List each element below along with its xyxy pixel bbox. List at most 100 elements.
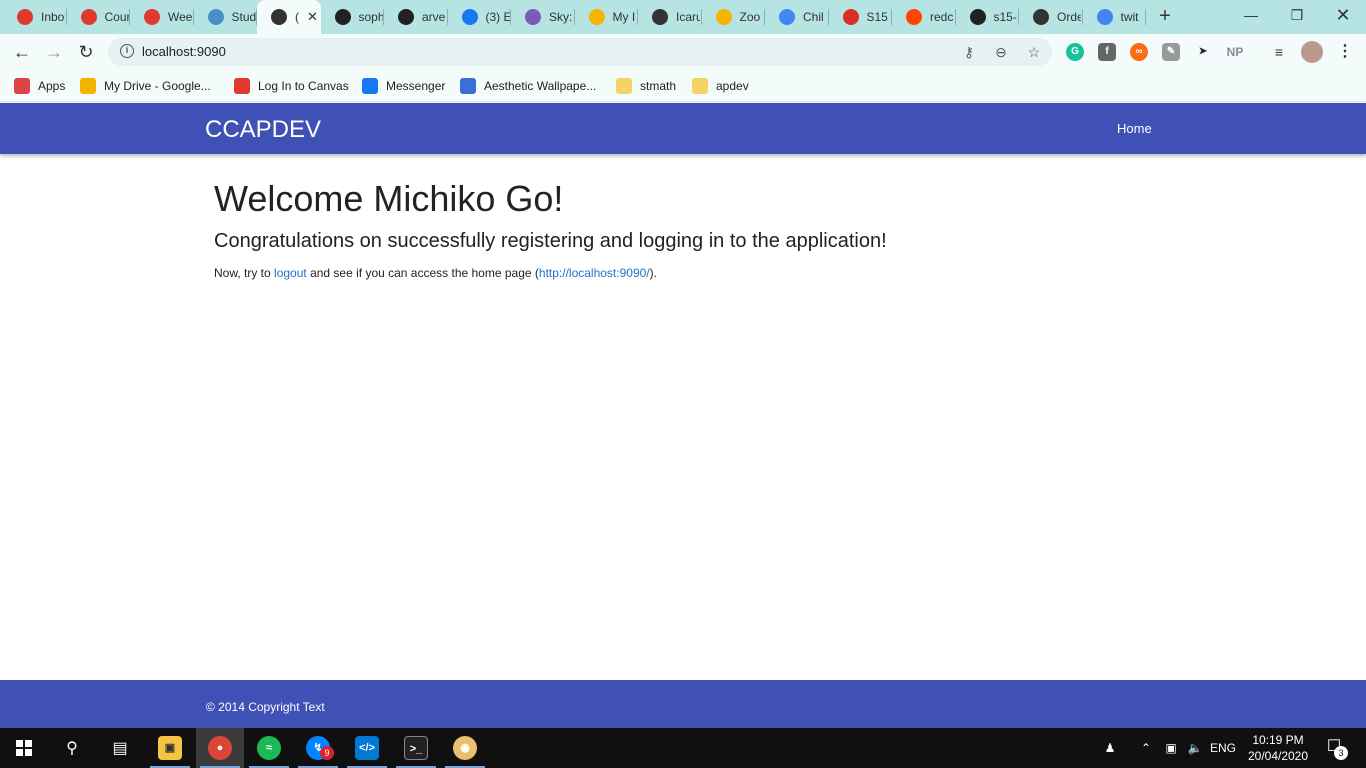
tab-close-icon[interactable]: ✕ [307, 9, 318, 25]
terminal-button[interactable]: >_ [392, 728, 440, 768]
terminal-icon: >_ [404, 736, 428, 760]
key-icon[interactable]: ⚷ [960, 43, 978, 61]
site-info-icon[interactable]: i [120, 44, 134, 58]
tab-title: Inbox [41, 10, 65, 24]
bookmark-label: Apps [38, 79, 66, 93]
drive-icon [588, 9, 605, 25]
browser-tab[interactable]: Chil [765, 0, 829, 34]
site-brand[interactable]: CCAPDEV [205, 116, 321, 144]
canvas-icon [17, 9, 33, 25]
menu-icon[interactable]: ⋮ [1336, 43, 1354, 61]
browser-tab[interactable]: soph [321, 0, 384, 34]
vscode-icon: </> [355, 736, 379, 760]
folder-icon [692, 78, 708, 94]
bookmark-item[interactable]: Apps [14, 77, 65, 95]
tab-title: arve [422, 10, 446, 24]
profile-avatar[interactable] [1301, 41, 1323, 63]
windows-taskbar: ⚲ ▤ ▣ ● ≈ ↯ 9 </> >_ ◉ ♟ ⌃ ▣ 🔈 ENG 10:19 … [0, 728, 1366, 768]
volume-icon[interactable]: 🔈 [1184, 728, 1206, 768]
messenger-button[interactable]: ↯ 9 [294, 728, 342, 768]
browser-tab[interactable]: Stud [194, 0, 257, 34]
bookmark-label: Aesthetic Wallpape... [484, 79, 597, 93]
site-footer: © 2014 Copyright Text [0, 680, 1366, 728]
tab-title: redc [930, 10, 954, 24]
tab-title: Week [168, 10, 192, 24]
browser-tab[interactable]: Icaru [638, 0, 702, 34]
canvas-icon [144, 9, 160, 25]
zoom-icon[interactable]: ⊖ [992, 43, 1010, 61]
logout-link[interactable]: logout [274, 266, 307, 280]
infinity-icon[interactable]: ∞ [1130, 43, 1148, 61]
back-button[interactable]: ← [10, 40, 34, 64]
bookmark-item[interactable]: My Drive - Google... [80, 77, 211, 95]
minimize-button[interactable]: — [1228, 4, 1274, 28]
search-icon: ⚲ [66, 740, 78, 757]
search-button[interactable]: ⚲ [48, 728, 96, 768]
language-indicator[interactable]: ENG [1208, 728, 1238, 768]
bookmark-item[interactable]: apdev [692, 77, 749, 95]
tab-title: s15- [993, 10, 1017, 24]
forward-button[interactable]: → [42, 40, 66, 64]
reload-button[interactable]: ↻ [74, 40, 98, 64]
file-explorer-button[interactable]: ▣ [146, 728, 194, 768]
restore-button[interactable]: ❐ [1274, 4, 1320, 28]
browser-tab[interactable]: Zoo [702, 0, 765, 34]
new-tab-button[interactable]: + [1153, 5, 1177, 29]
bookmark-star-icon[interactable]: ☆ [1025, 43, 1043, 61]
bookmark-item[interactable]: Messenger [362, 77, 445, 95]
browser-tab[interactable]: Course [67, 0, 130, 34]
browser-tab[interactable]: twit [1083, 0, 1146, 34]
chrome-taskbar-button[interactable]: ● [196, 728, 244, 768]
browser-tab[interactable]: Sky: [511, 0, 575, 34]
task-view-button[interactable]: ▤ [96, 728, 144, 768]
facebook-ext-icon[interactable]: f [1098, 43, 1116, 61]
bookmarks-bar: Apps My Drive - Google... Log In to Canvas… [0, 70, 1366, 102]
browser-tab[interactable]: (✕ [257, 0, 321, 34]
cursor-icon[interactable]: ➤ [1194, 43, 1212, 61]
bookmark-label: Log In to Canvas [258, 79, 349, 93]
presentation-icon [207, 9, 224, 25]
github-icon [969, 9, 986, 25]
spotify-button[interactable]: ≈ [245, 728, 293, 768]
clock-date: 20/04/2020 [1247, 749, 1309, 763]
reddit-icon [906, 9, 922, 25]
bookmark-item[interactable]: Aesthetic Wallpape... [460, 77, 596, 95]
grammarly-icon[interactable]: G [1066, 43, 1084, 61]
browser-tab[interactable]: S15 [829, 0, 892, 34]
browser-tab[interactable]: arve [384, 0, 448, 34]
media-icon[interactable]: ≡ [1270, 43, 1288, 61]
chrome-icon: ● [208, 736, 232, 760]
bookmark-label: apdev [716, 79, 749, 93]
np-icon[interactable]: NP [1226, 43, 1244, 61]
network-icon[interactable]: ▣ [1160, 728, 1182, 768]
bookmark-item[interactable]: stmath [616, 77, 676, 95]
tab-separator [1145, 9, 1146, 25]
footer-copyright: © 2014 Copyright Text [206, 700, 325, 714]
bookmark-item[interactable]: Log In to Canvas [234, 77, 349, 95]
close-window-button[interactable]: ✕ [1320, 4, 1366, 28]
nav-home-link[interactable]: Home [1117, 121, 1152, 136]
vscode-button[interactable]: </> [343, 728, 391, 768]
globe-icon [271, 9, 287, 25]
browser-tab[interactable]: Orde [1019, 0, 1083, 34]
people-icon[interactable]: ♟ [1098, 728, 1122, 768]
browser-tab[interactable]: s15- [956, 0, 1019, 34]
tab-title: ( [295, 10, 299, 24]
show-hidden-icons[interactable]: ⌃ [1136, 728, 1156, 768]
taskbar-clock[interactable]: 10:19 PM 20/04/2020 [1240, 732, 1316, 764]
browser-tab[interactable]: Week [130, 0, 194, 34]
edit-icon[interactable]: ✎ [1162, 43, 1180, 61]
start-button[interactable] [0, 728, 48, 768]
home-page-link[interactable]: http://localhost:9090/ [539, 266, 650, 280]
canvas-icon [234, 78, 250, 94]
browser-tab[interactable]: My I [575, 0, 638, 34]
browser-tab[interactable]: redc [892, 0, 956, 34]
address-bar[interactable]: i localhost:9090 ⚷ ⊖ ☆ [108, 38, 1052, 66]
action-center-button[interactable]: ☐ 3 [1322, 736, 1348, 760]
paint-button[interactable]: ◉ [441, 728, 489, 768]
tab-title: soph [358, 10, 383, 24]
tab-title: Icaru [676, 10, 700, 24]
browser-tab[interactable]: (3) E [448, 0, 511, 34]
browser-tab[interactable]: Inbox [3, 0, 67, 34]
facebook-icon [461, 9, 478, 25]
